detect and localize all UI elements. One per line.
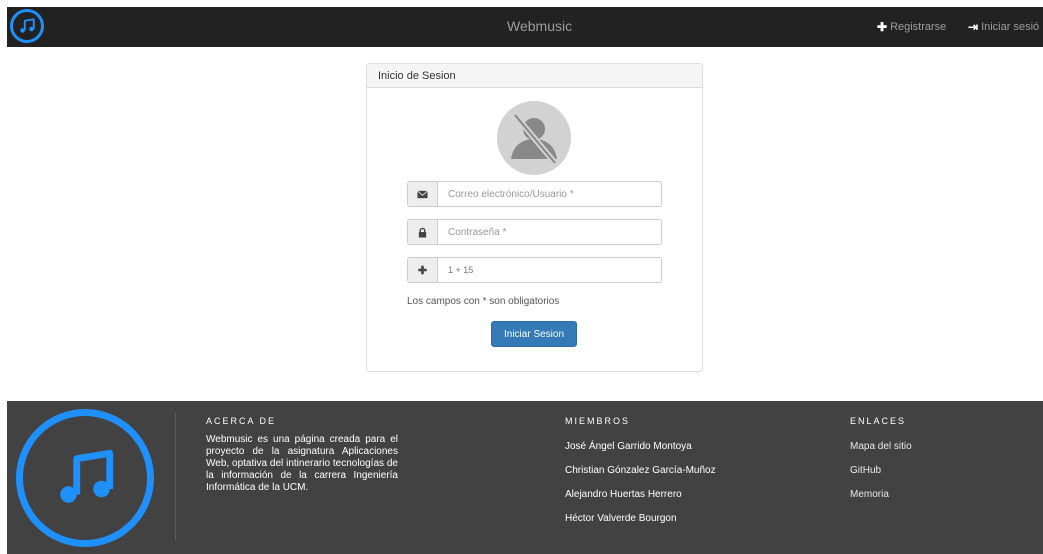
members-list: José Ángel Garrido Montoya Christian Gón… <box>565 441 716 537</box>
log-in-icon: ⇥ <box>968 20 979 34</box>
links-list: Mapa del sitio GitHub Memoria <box>850 441 912 513</box>
register-link[interactable]: ✚ Registrarse <box>877 20 946 34</box>
envelope-icon <box>408 182 438 206</box>
github-link[interactable]: GitHub <box>850 465 912 489</box>
register-label: Registrarse <box>890 21 947 33</box>
captcha-field[interactable]: 1 + 15 <box>438 258 661 282</box>
music-note-icon <box>20 18 35 33</box>
member-item: Héctor Valverde Bourgon <box>565 513 677 524</box>
member-item: José Ángel Garrido Montoya <box>565 441 692 452</box>
links-heading: ENLACES <box>850 416 907 426</box>
plus-icon: ✚ <box>408 258 438 282</box>
top-navbar: Webmusic ✚ Registrarse ⇥ Iniciar sesió <box>7 7 1043 47</box>
email-input-group <box>407 181 662 207</box>
password-input-group <box>407 219 662 245</box>
lock-icon <box>408 220 438 244</box>
site-footer: ACERCA DE Webmusic es una página creada … <box>7 401 1043 554</box>
memoria-link[interactable]: Memoria <box>850 489 912 513</box>
user-avatar-icon <box>497 101 571 175</box>
plus-icon: ✚ <box>877 20 888 34</box>
sitemap-link[interactable]: Mapa del sitio <box>850 441 912 465</box>
captcha-input-group: ✚ 1 + 15 <box>407 257 662 283</box>
login-label: Iniciar sesió <box>981 21 1040 33</box>
required-fields-note: Los campos con * son obligatorios <box>407 296 560 307</box>
about-text: Webmusic es una página creada para el pr… <box>206 434 398 493</box>
music-note-icon <box>60 449 114 503</box>
member-item: Alejandro Huertas Herrero <box>565 489 682 500</box>
footer-music-logo-icon <box>16 409 154 547</box>
login-submit-button[interactable]: Iniciar Sesion <box>491 321 577 347</box>
login-panel: Inicio de Sesion ✚ 1 + 15 Los campos con… <box>366 63 703 372</box>
about-heading: ACERCA DE <box>206 416 277 426</box>
password-field[interactable] <box>438 220 661 244</box>
panel-heading: Inicio de Sesion <box>367 64 702 88</box>
member-item: Christian Gónzalez García-Muñoz <box>565 465 716 476</box>
brand-title[interactable]: Webmusic <box>507 18 572 34</box>
login-link[interactable]: ⇥ Iniciar sesió <box>968 20 1039 34</box>
footer-divider <box>175 413 176 541</box>
email-field[interactable] <box>438 182 661 206</box>
members-heading: MIEMBROS <box>565 416 631 426</box>
music-logo-icon[interactable] <box>10 9 44 43</box>
